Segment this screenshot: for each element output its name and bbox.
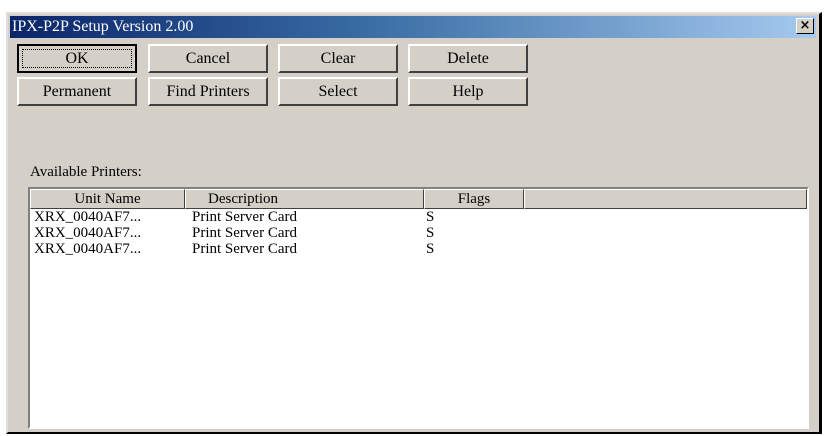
window-title: IPX-P2P Setup Version 2.00 bbox=[12, 18, 194, 35]
clear-label: Clear bbox=[320, 50, 356, 67]
select-label: Select bbox=[318, 83, 358, 100]
unit-name-cell: XRX_0040AF7... bbox=[34, 225, 142, 241]
unit-name-cell: XRX_0040AF7... bbox=[34, 241, 142, 257]
description-cell: Print Server Card bbox=[192, 241, 297, 257]
close-icon: × bbox=[799, 18, 811, 33]
description-cell: Print Server Card bbox=[192, 209, 297, 225]
flags-cell: S bbox=[426, 209, 435, 225]
flags-cell: S bbox=[426, 225, 435, 241]
find-printers-label: Find Printers bbox=[166, 83, 250, 100]
column-header-flags[interactable]: Flags bbox=[424, 189, 524, 209]
flags-cell: S bbox=[426, 241, 435, 257]
help-label: Help bbox=[452, 83, 484, 100]
close-button[interactable]: × bbox=[796, 18, 814, 34]
ok-label: OK bbox=[65, 50, 89, 67]
list-header: Unit Name Description Flags bbox=[30, 189, 807, 209]
printer-list[interactable]: Unit Name Description Flags XRX_0040AF7.… bbox=[28, 187, 809, 429]
unit-name-cell: XRX_0040AF7... bbox=[34, 209, 142, 225]
clear-button[interactable]: Clear bbox=[278, 44, 398, 73]
cancel-label: Cancel bbox=[185, 50, 231, 67]
column-header-blank[interactable] bbox=[524, 189, 807, 209]
permanent-button[interactable]: Permanent bbox=[17, 77, 137, 106]
description-cell: Print Server Card bbox=[192, 225, 297, 241]
find-printers-button[interactable]: Find Printers bbox=[148, 77, 268, 106]
column-header-unit-name[interactable]: Unit Name bbox=[30, 189, 185, 209]
delete-label: Delete bbox=[447, 50, 489, 67]
select-button[interactable]: Select bbox=[278, 77, 398, 106]
available-printers-label: Available Printers: bbox=[30, 164, 142, 180]
delete-button[interactable]: Delete bbox=[408, 44, 528, 73]
setup-dialog: IPX-P2P Setup Version 2.00 × OK Cancel C… bbox=[6, 12, 822, 434]
help-button[interactable]: Help bbox=[408, 77, 528, 106]
ok-button[interactable]: OK bbox=[17, 44, 137, 73]
permanent-label: Permanent bbox=[42, 83, 112, 100]
title-bar[interactable]: IPX-P2P Setup Version 2.00 × bbox=[10, 16, 816, 38]
table-row[interactable]: XRX_0040AF7... Print Server Card S bbox=[30, 210, 807, 225]
column-header-description[interactable]: Description bbox=[185, 189, 424, 209]
table-row[interactable]: XRX_0040AF7... Print Server Card S bbox=[30, 242, 807, 257]
cancel-button[interactable]: Cancel bbox=[148, 44, 268, 73]
table-row[interactable]: XRX_0040AF7... Print Server Card S bbox=[30, 226, 807, 241]
